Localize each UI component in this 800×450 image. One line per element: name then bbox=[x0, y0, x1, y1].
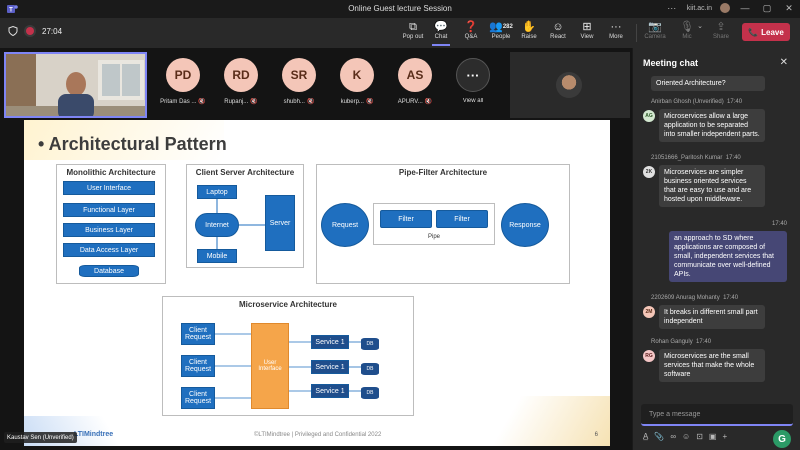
minimize-button[interactable]: — bbox=[738, 1, 752, 15]
raise-hand-icon: ✋ bbox=[522, 21, 536, 33]
people-button[interactable]: 👥282 People bbox=[486, 20, 516, 46]
mic-off-icon: 🔇 bbox=[250, 99, 258, 105]
client-server-diagram: Client Server Architecture Laptop Intern… bbox=[186, 164, 304, 268]
presenter-video[interactable] bbox=[4, 52, 147, 118]
response-node: Response bbox=[501, 203, 549, 247]
chat-message: 21051666_Paritosh Kumar 17:40 Microservi… bbox=[651, 154, 765, 207]
title-bar: T Online Guest lecture Session ··· kiit.… bbox=[0, 0, 800, 18]
apps-icon[interactable]: + bbox=[722, 432, 727, 441]
view-all-button[interactable]: ··· View all bbox=[450, 52, 496, 104]
mic-off-icon: 🔇 bbox=[198, 99, 206, 105]
shared-slide: • Architectural Pattern Monolithic Archi… bbox=[24, 120, 610, 446]
pop-out-button[interactable]: ⧉ Pop out bbox=[398, 20, 428, 46]
chat-button[interactable]: 💬 Chat bbox=[426, 20, 456, 46]
participant-tile[interactable]: SR shubh... 🔇 bbox=[276, 52, 322, 105]
monolithic-diagram: Monolithic Architecture User Interface F… bbox=[56, 164, 166, 284]
chevron-down-icon: ⌄ bbox=[697, 23, 703, 30]
chat-header: Meeting chat bbox=[643, 58, 699, 68]
more-button[interactable]: ··· More bbox=[601, 20, 631, 46]
close-icon[interactable]: ✕ bbox=[780, 57, 788, 68]
microservice-connectors bbox=[215, 333, 361, 399]
request-node: Request bbox=[321, 203, 369, 247]
presenter-video-frame bbox=[6, 54, 145, 116]
maximize-button[interactable]: ▢ bbox=[760, 1, 774, 15]
participant-tile[interactable]: K kuberp... 🔇 bbox=[334, 52, 380, 105]
emoji-icon[interactable]: ☺ bbox=[682, 432, 690, 441]
chat-message: Oriented Architecture? bbox=[651, 76, 765, 91]
microservice-diagram: Microservice Architecture Client Request… bbox=[162, 296, 414, 416]
avatar: RD bbox=[224, 58, 258, 92]
grammarly-icon[interactable]: G bbox=[773, 430, 791, 448]
meeting-timer: 27:04 bbox=[42, 26, 63, 36]
gif-icon[interactable]: ⊡ bbox=[696, 432, 703, 441]
chat-message: Rohan Ganguly 17:40 Microservices are th… bbox=[651, 338, 765, 382]
react-button[interactable]: ☺ React bbox=[543, 20, 573, 46]
account-org[interactable]: kiit.ac.in bbox=[687, 5, 712, 12]
view-icon: ⊞ bbox=[582, 21, 592, 33]
share-button[interactable]: ⇪ Share bbox=[706, 20, 736, 46]
participant-tile[interactable]: RD Rupanj... 🔇 bbox=[218, 52, 264, 105]
avatar: AS bbox=[398, 58, 432, 92]
people-count: 282 bbox=[502, 24, 513, 30]
slide-page-number: 6 bbox=[594, 432, 598, 438]
attach-icon[interactable]: 📎 bbox=[654, 432, 664, 441]
mic-options-chevron[interactable]: ⌄ bbox=[695, 20, 705, 46]
layer-box: User Interface bbox=[63, 181, 155, 195]
raise-hand-button[interactable]: ✋ Raise bbox=[514, 20, 544, 46]
meeting-chat-panel: Meeting chat ✕ Oriented Architecture? AG… bbox=[632, 48, 800, 450]
pipe-label: Pipe bbox=[427, 234, 440, 240]
chat-icon: 💬 bbox=[434, 21, 448, 33]
client-server-connectors bbox=[216, 199, 265, 249]
shield-icon[interactable] bbox=[8, 26, 18, 36]
close-window-button[interactable]: ✕ bbox=[782, 1, 796, 15]
share-icon: ⇪ bbox=[716, 21, 726, 33]
account-avatar[interactable] bbox=[720, 3, 730, 13]
format-icon[interactable]: A̲ bbox=[643, 432, 648, 441]
slide-footer: ©LTIMindtree | Privileged and Confidenti… bbox=[254, 432, 382, 438]
filter-box: Filter bbox=[380, 210, 432, 228]
pop-out-icon: ⧉ bbox=[409, 21, 417, 33]
mic-off-icon: 🔇 bbox=[306, 99, 315, 105]
participant-tile[interactable]: AS APURV... 🔇 bbox=[392, 52, 438, 105]
avatar bbox=[556, 72, 582, 98]
chat-message-mine: 17:40 an approach to SD where applicatio… bbox=[669, 220, 787, 282]
slide-title: • Architectural Pattern bbox=[38, 134, 227, 154]
layer-box: Functional Layer bbox=[63, 203, 155, 217]
mic-off-icon: 🔇 bbox=[424, 99, 433, 105]
leave-button[interactable]: 📞 Leave bbox=[742, 23, 790, 41]
more-icon: ··· bbox=[456, 58, 490, 92]
people-icon: 👥 bbox=[489, 21, 503, 33]
meeting-toolbar: 27:04 ⧉ Pop out 💬 Chat ❓ Q&A 👥282 People… bbox=[0, 18, 800, 48]
loop-icon[interactable]: ∞ bbox=[670, 432, 676, 441]
more-icon: ··· bbox=[610, 21, 622, 33]
participant-tile[interactable]: PD Pritam Das ... 🔇 bbox=[160, 52, 206, 105]
mic-off-icon: 🔇 bbox=[365, 99, 374, 105]
pipe-container: Filter Filter Pipe bbox=[373, 203, 495, 245]
more-options-icon[interactable]: ··· bbox=[665, 1, 679, 15]
phone-icon: 📞 bbox=[748, 27, 759, 37]
qa-icon: ❓ bbox=[464, 21, 478, 33]
pipe-filter-diagram: Pipe-Filter Architecture Request Filter … bbox=[316, 164, 570, 284]
avatar: K bbox=[340, 58, 374, 92]
chat-message: Anirban Ghosh (Unverified) 17:40 Microse… bbox=[651, 98, 765, 142]
message-input[interactable]: Type a message bbox=[641, 404, 793, 426]
camera-button[interactable]: 📷 Camera bbox=[640, 20, 670, 46]
qa-button[interactable]: ❓ Q&A bbox=[456, 20, 486, 46]
react-icon: ☺ bbox=[552, 21, 564, 33]
layer-box: Data Access Layer bbox=[63, 243, 155, 257]
sticker-icon[interactable]: ▣ bbox=[709, 432, 717, 441]
database-cylinder: Database bbox=[79, 265, 139, 277]
view-button[interactable]: ⊞ View bbox=[572, 20, 602, 46]
guest-video-tile[interactable] bbox=[510, 52, 630, 118]
presenter-name-tag: Kaustav Sen (Unverified) bbox=[4, 432, 77, 443]
recording-icon bbox=[26, 27, 34, 35]
camera-icon: 📷 bbox=[648, 21, 662, 33]
filter-box: Filter bbox=[436, 210, 488, 228]
chat-message: 2202609 Anurag Mohanty 17:40 It breaks i… bbox=[651, 294, 765, 329]
ltimindtree-logo: LTIMindtree bbox=[74, 431, 114, 438]
layer-box: Business Layer bbox=[63, 223, 155, 237]
avatar: SR bbox=[282, 58, 316, 92]
avatar: PD bbox=[166, 58, 200, 92]
